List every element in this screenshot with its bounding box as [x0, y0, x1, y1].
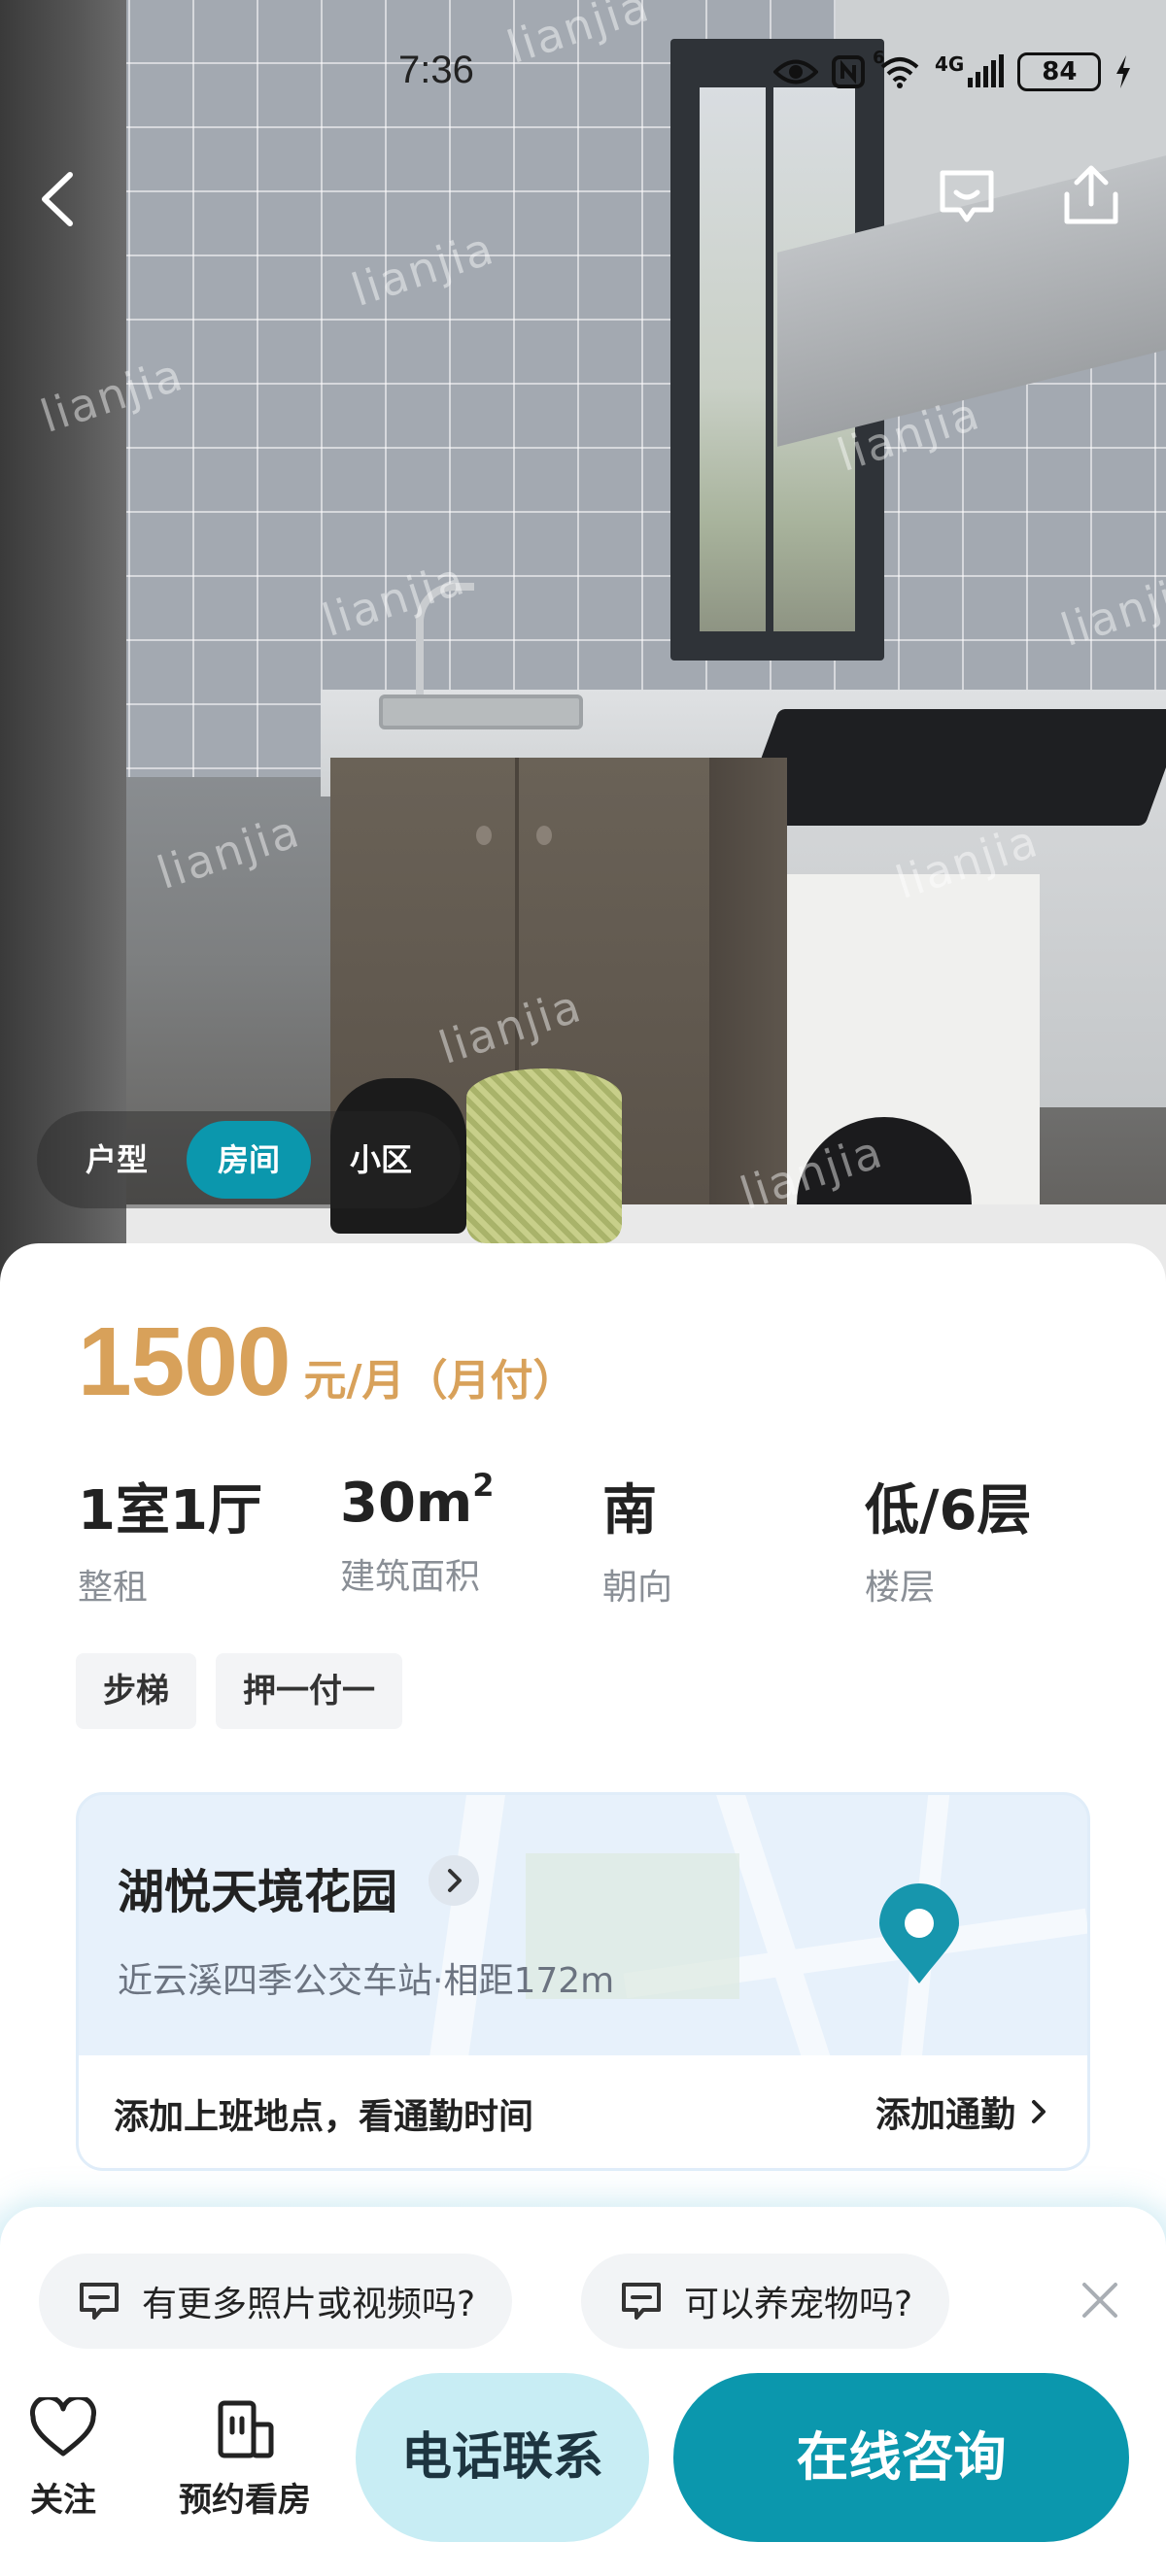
- question-text: 可以养宠物吗?: [684, 2285, 913, 2324]
- spec-layout: 1室1厅 整租: [78, 1467, 262, 1610]
- chat-question-icon: [622, 2283, 661, 2320]
- spec-value: 低/6层: [865, 1479, 1032, 1542]
- spec-row: 1室1厅 整租 30m2 建筑面积 南 朝向 低/6层 楼层: [78, 1467, 1108, 1608]
- spec-area: 30m2 建筑面积: [340, 1467, 495, 1599]
- price: 1500: [78, 1307, 291, 1416]
- feature-tags: 步梯 押一付一: [76, 1653, 402, 1729]
- transit-distance: 近云溪四季公交车站·相距172m: [118, 1961, 615, 2001]
- location-card[interactable]: 湖悦天境花园 近云溪四季公交车站·相距172m 添加上班地点，看通勤时间 添加通…: [76, 1792, 1090, 2171]
- chevron-right-icon: [448, 1869, 462, 1892]
- favorite-button[interactable]: 关注: [29, 2397, 97, 2521]
- phone-contact-button[interactable]: 电话联系: [356, 2373, 649, 2542]
- battery-icon: 84: [1017, 52, 1102, 91]
- wifi-badge: 6: [873, 48, 885, 68]
- close-icon: [1082, 2283, 1117, 2318]
- question-chip-pets[interactable]: 可以养宠物吗?: [581, 2254, 950, 2349]
- message-icon: [940, 170, 994, 222]
- album-tabs: 户型 房间 小区: [37, 1111, 462, 1208]
- network-type: 4G: [935, 52, 965, 76]
- map-road: [429, 1795, 505, 2057]
- back-button[interactable]: [29, 165, 87, 233]
- online-consult-button[interactable]: 在线咨询: [673, 2373, 1129, 2542]
- tab-community[interactable]: 小区: [319, 1121, 443, 1199]
- spec-value: 30m2: [340, 1467, 495, 1535]
- status-time: 7:36: [398, 49, 474, 91]
- close-suggestions-button[interactable]: [1073, 2273, 1127, 2327]
- book-viewing-button[interactable]: 预约看房: [179, 2397, 311, 2521]
- spec-label: 朝向: [602, 1568, 673, 1608]
- share-button[interactable]: [1059, 161, 1123, 229]
- spec-orientation: 南 朝向: [602, 1467, 672, 1610]
- question-chip-photos[interactable]: 有更多照片或视频吗?: [39, 2254, 513, 2349]
- price-unit: 元/月（月付）: [303, 1356, 576, 1406]
- favorite-label: 关注: [30, 2481, 96, 2520]
- question-text: 有更多照片或视频吗?: [142, 2285, 476, 2324]
- chat-button[interactable]: [935, 165, 999, 229]
- spec-label: 整租: [78, 1568, 149, 1608]
- nfc-icon: [832, 55, 865, 88]
- tab-room[interactable]: 房间: [187, 1121, 312, 1199]
- status-bar: 7:36 6 4G 84: [0, 48, 1166, 107]
- gas-stove: [737, 709, 1166, 826]
- price-row: 1500 元/月（月付）: [78, 1306, 576, 1418]
- spec-floor: 低/6层 楼层: [865, 1467, 1031, 1610]
- sink: [379, 695, 583, 729]
- spec-label: 楼层: [865, 1568, 936, 1608]
- tab-floorplan[interactable]: 户型: [54, 1121, 179, 1199]
- charging-icon: [1116, 55, 1131, 88]
- community-name[interactable]: 湖悦天境花园: [118, 1853, 397, 1921]
- area-value: 30m: [340, 1472, 473, 1535]
- battery-level: 84: [1042, 57, 1078, 86]
- community-chevron[interactable]: [429, 1855, 479, 1906]
- chevron-right-icon: [1032, 2100, 1046, 2123]
- spec-value: 南: [602, 1479, 657, 1542]
- chevron-left-icon: [42, 172, 73, 226]
- commute-prompt: 添加上班地点，看通勤时间: [114, 2097, 534, 2137]
- tag: 步梯: [76, 1653, 196, 1729]
- status-icons: 6 4G 84: [773, 48, 1132, 91]
- book-viewing-label: 预约看房: [179, 2481, 311, 2520]
- building-icon: [218, 2400, 274, 2458]
- chat-question-icon: [80, 2283, 119, 2320]
- share-icon: [1064, 165, 1118, 224]
- cabinet-side: [709, 758, 787, 1204]
- spec-value: 1室1厅: [78, 1479, 262, 1542]
- add-commute-label: 添加通勤: [874, 2095, 1015, 2135]
- spec-label: 建筑面积: [340, 1557, 481, 1597]
- heart-icon: [30, 2397, 96, 2457]
- map-pin-icon: [879, 1883, 959, 1983]
- add-commute-link[interactable]: 添加通勤: [875, 2086, 1048, 2137]
- basket: [466, 1068, 622, 1243]
- area-unit-sup: 2: [472, 1467, 495, 1504]
- eye-icon: [773, 59, 818, 85]
- wifi-icon: 6: [873, 48, 921, 88]
- commute-bar[interactable]: 添加上班地点，看通勤时间 添加通勤: [79, 2055, 1087, 2168]
- signal-icon: [968, 54, 1005, 87]
- tag: 押一付一: [216, 1653, 402, 1729]
- watermark: lianjia: [151, 804, 307, 899]
